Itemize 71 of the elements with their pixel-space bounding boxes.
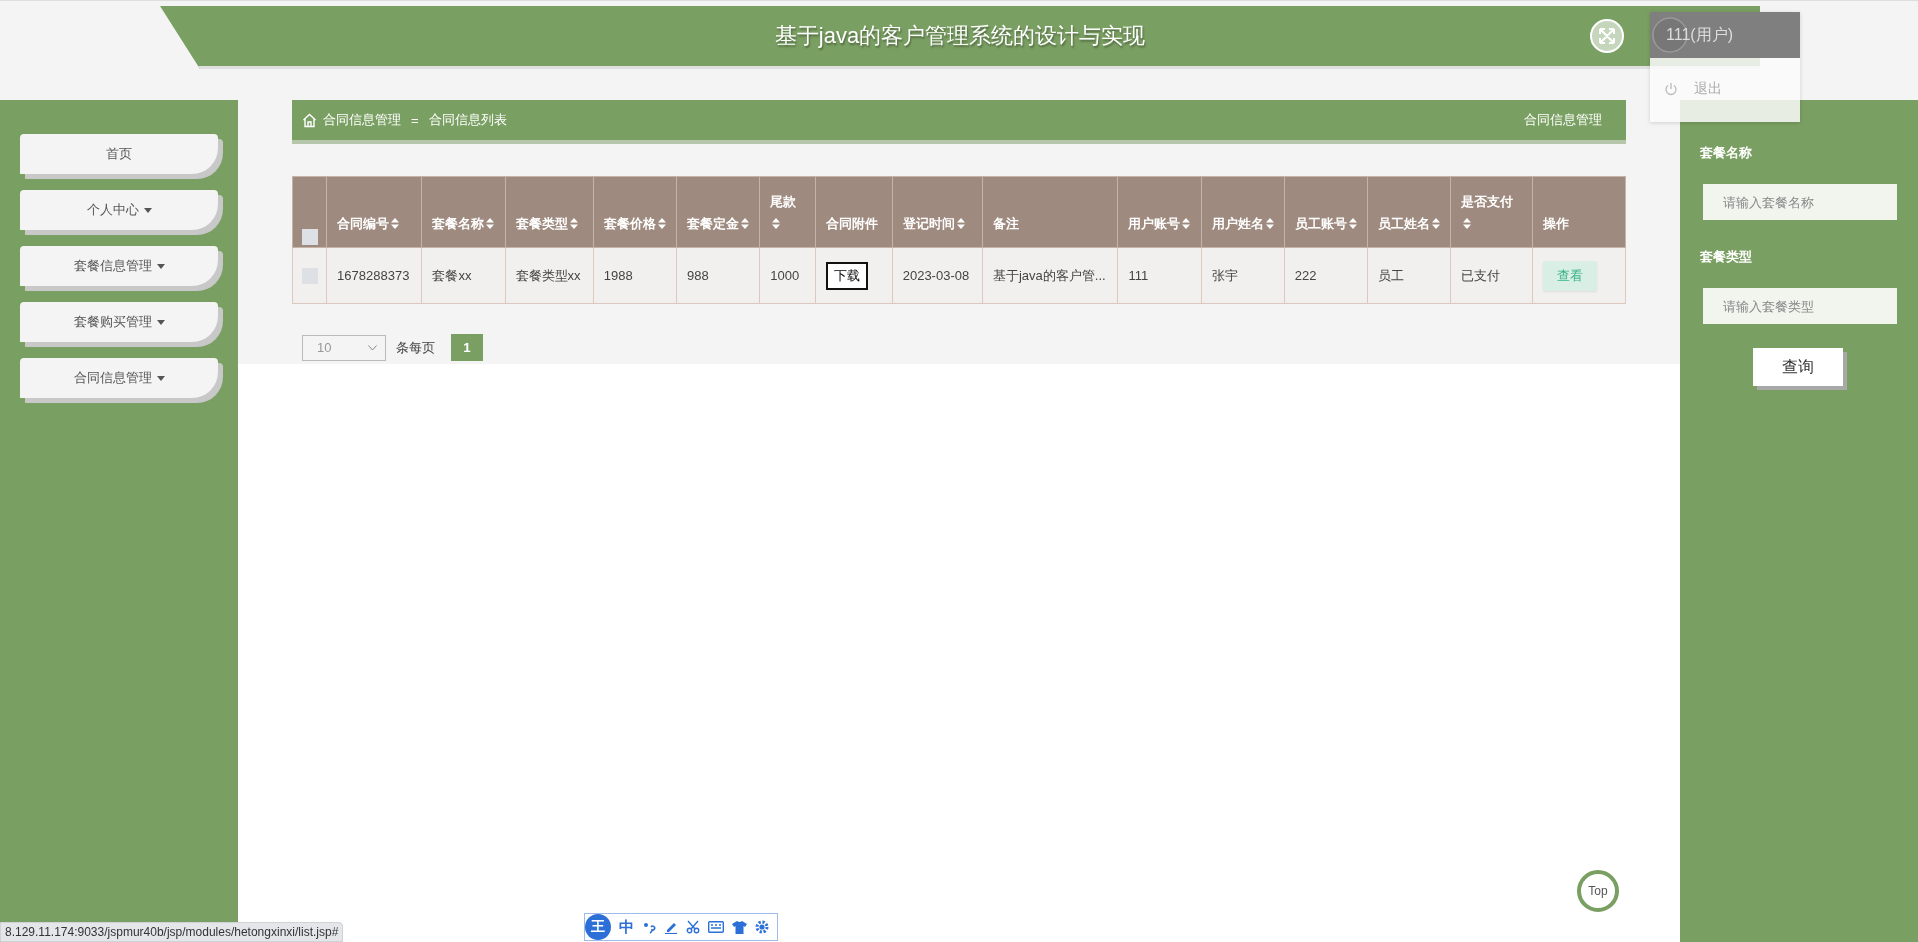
table-cell: 111	[1128, 267, 1149, 283]
settings-icon[interactable]	[755, 920, 769, 934]
sort-icon[interactable]	[1463, 218, 1472, 229]
column-header[interactable]: 员工账号	[1294, 216, 1357, 231]
table-cell: 张宇	[1211, 267, 1238, 283]
keyboard-icon[interactable]	[708, 921, 724, 933]
select-all-checkbox[interactable]	[301, 228, 318, 245]
page-title: 基于java的客户管理系统的设计与实现	[774, 22, 1146, 50]
sort-icon[interactable]	[569, 218, 578, 229]
table-cell: 套餐类型xx	[515, 267, 581, 283]
page-size-select[interactable]: 10	[302, 334, 386, 361]
table-cell: 基于java的客户管...	[992, 267, 1106, 283]
sort-icon[interactable]	[1348, 218, 1357, 229]
download-button[interactable]: 下载	[826, 261, 869, 290]
page-size-label: 条每页	[396, 338, 435, 357]
ime-logo[interactable]: 王	[585, 914, 611, 940]
breadcrumb-separator: =	[411, 112, 419, 128]
status-bar-url: 8.129.11.174:9033/jspmur40b/jsp/modules/hetongxinxi/list.jsp#	[0, 922, 344, 942]
chevron-down-icon	[368, 344, 377, 351]
breadcrumb-item[interactable]: 合同信息管理	[323, 111, 401, 129]
column-header[interactable]: 套餐定金	[687, 216, 750, 231]
table-cell: 1678288373	[337, 267, 410, 283]
sort-icon[interactable]	[741, 218, 750, 229]
table-cell: 2023-03-08	[902, 267, 970, 283]
caret-icon	[143, 207, 152, 213]
sort-icon[interactable]	[772, 218, 781, 229]
sort-icon[interactable]	[1182, 218, 1191, 229]
column-header: 合同附件	[826, 216, 879, 231]
column-header[interactable]: 用户账号	[1128, 216, 1191, 231]
sort-icon[interactable]	[1432, 218, 1441, 229]
column-header[interactable]: 用户姓名	[1211, 216, 1274, 231]
sort-icon[interactable]	[657, 218, 666, 229]
power-icon	[1664, 82, 1678, 96]
sort-icon[interactable]	[1265, 218, 1274, 229]
table-cell: 1988	[603, 267, 633, 283]
sort-icon[interactable]	[391, 218, 400, 229]
caret-icon	[156, 319, 165, 325]
column-header[interactable]: 套餐名称	[432, 216, 495, 231]
ime-mode[interactable]: 中	[619, 917, 634, 937]
sort-icon[interactable]	[956, 218, 965, 229]
shirt-icon[interactable]	[732, 920, 747, 934]
table-cell: 222	[1294, 267, 1317, 283]
fullscreen-icon[interactable]	[1590, 19, 1624, 53]
sort-icon[interactable]	[486, 218, 495, 229]
column-header[interactable]: 套餐价格	[603, 216, 666, 231]
column-header: 操作	[1542, 216, 1569, 231]
home-icon[interactable]	[302, 112, 317, 128]
pen-icon[interactable]	[664, 920, 678, 934]
column-header: 备注	[992, 216, 1019, 231]
caret-icon	[156, 263, 165, 269]
section-title: 合同信息管理	[1524, 111, 1602, 129]
search-field[interactable]: 请输入套餐名称	[1703, 184, 1897, 220]
column-header[interactable]: 合同编号	[337, 216, 400, 231]
column-header[interactable]: 登记时间	[902, 216, 965, 231]
caret-icon	[156, 375, 165, 381]
view-button[interactable]: 查看	[1542, 260, 1597, 291]
breadcrumb-item[interactable]: 合同信息列表	[428, 111, 507, 129]
table-cell: 988	[687, 267, 709, 283]
field-label: 套餐类型	[1700, 248, 1752, 266]
table-cell: 已支付	[1461, 267, 1501, 283]
punctuation-icon[interactable]	[642, 920, 656, 934]
field-label: 套餐名称	[1700, 144, 1752, 162]
scissors-icon[interactable]	[686, 920, 700, 934]
table-cell: 1000	[770, 267, 800, 283]
table-cell: 员工	[1378, 267, 1405, 283]
search-field[interactable]: 请输入套餐类型	[1703, 288, 1897, 324]
logout-link[interactable]: 退出	[1694, 80, 1722, 98]
column-header[interactable]: 套餐类型	[515, 216, 578, 231]
table-cell: 套餐xx	[432, 267, 472, 283]
page-button[interactable]: 1	[451, 334, 483, 361]
column-header[interactable]: 员工姓名	[1378, 216, 1441, 231]
